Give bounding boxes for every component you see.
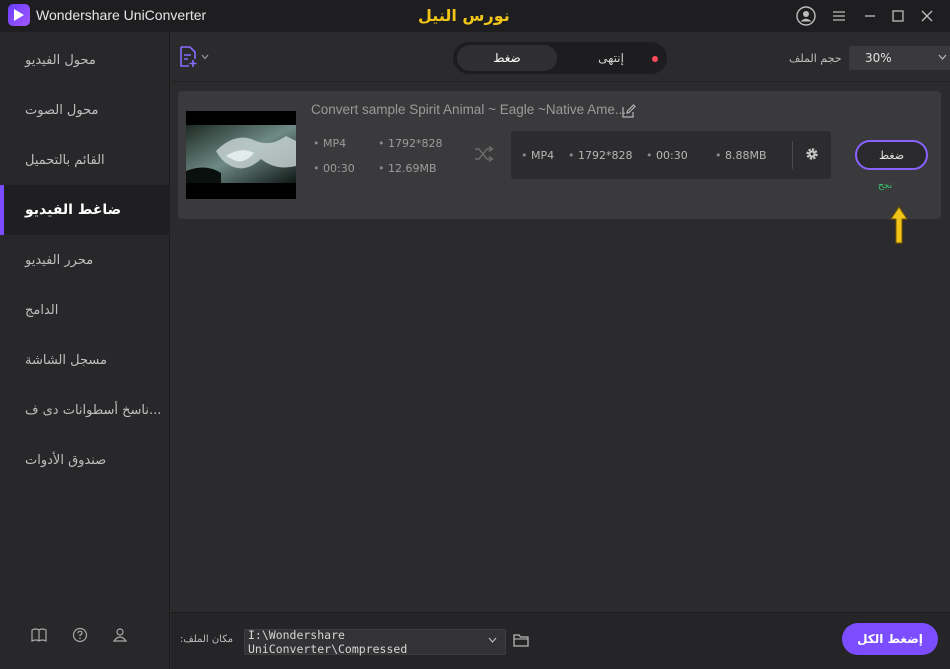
chevron-down-icon	[201, 54, 209, 60]
main-panel: ضغط إنتهى حجم الملف 30% Convert sample S…	[171, 32, 950, 669]
menu-icon[interactable]	[826, 3, 852, 29]
folder-icon[interactable]	[513, 632, 529, 651]
source-size: 12.69MB	[378, 162, 437, 175]
sidebar-item-audio-converter[interactable]: محول الصوت	[0, 85, 170, 135]
video-thumbnail[interactable]	[186, 111, 296, 199]
target-size: 8.88MB	[715, 149, 767, 162]
sidebar-item-dvd-burner[interactable]: ناسخ أسطوانات دى ف...	[0, 385, 170, 435]
add-file-icon	[180, 46, 197, 67]
watermark-text: نورس النيل	[418, 6, 510, 25]
divider	[792, 141, 793, 169]
toolbar: ضغط إنتهى حجم الملف 30%	[171, 32, 950, 82]
file-card: Convert sample Spirit Animal ~ Eagle ~Na…	[178, 91, 941, 219]
chevron-down-icon	[938, 50, 947, 63]
book-icon[interactable]	[28, 624, 50, 646]
bottom-bar: :مكان الملف I:\Wondershare UniConverter\…	[171, 612, 950, 669]
edit-icon[interactable]	[622, 103, 636, 122]
minimize-icon[interactable]	[857, 3, 883, 29]
status-tabs: ضغط إنتهى	[453, 42, 667, 74]
output-path-value: I:\Wondershare UniConverter\Compressed	[248, 628, 408, 656]
target-duration: 00:30	[646, 149, 688, 162]
account-icon[interactable]	[109, 624, 131, 646]
status-success: نجح	[878, 181, 893, 191]
gear-icon[interactable]	[804, 146, 820, 166]
target-settings-box: MP4 1792*828 00:30 8.88MB	[511, 131, 831, 179]
notification-dot	[652, 56, 658, 62]
title-bar: Wondershare UniConverter نورس النيل	[0, 0, 950, 32]
sidebar-item-downloader[interactable]: القائم بالتحميل	[0, 135, 170, 185]
annotation-arrow-up-icon	[890, 206, 908, 248]
file-size-value: 30%	[865, 51, 892, 65]
sidebar-item-video-compressor[interactable]: ضاغط الفيديو	[0, 185, 170, 235]
sidebar: محول الفيديو محول الصوت القائم بالتحميل …	[0, 32, 170, 669]
help-icon[interactable]	[69, 624, 91, 646]
sidebar-item-screen-recorder[interactable]: مسجل الشاشة	[0, 335, 170, 385]
compress-all-button[interactable]: إضغط الكل	[842, 623, 938, 655]
source-duration: 00:30	[313, 162, 355, 175]
target-format: MP4	[521, 149, 554, 162]
file-size-label: حجم الملف	[789, 52, 842, 65]
file-location-label: :مكان الملف	[180, 634, 234, 645]
compress-button[interactable]: ضغط	[855, 140, 928, 170]
output-path-select[interactable]: I:\Wondershare UniConverter\Compressed	[244, 628, 506, 656]
chevron-down-icon	[488, 635, 497, 646]
sidebar-item-video-editor[interactable]: محرر الفيديو	[0, 235, 170, 285]
target-resolution: 1792*828	[568, 149, 633, 162]
app-title: Wondershare UniConverter	[36, 7, 207, 23]
app-logo-icon	[8, 4, 30, 26]
file-size-select[interactable]: 30%	[849, 46, 950, 70]
sidebar-item-video-converter[interactable]: محول الفيديو	[0, 35, 170, 85]
maximize-icon[interactable]	[885, 3, 911, 29]
add-file-button[interactable]	[179, 46, 209, 68]
sidebar-item-toolbox[interactable]: صندوق الأدوات	[0, 435, 170, 485]
close-icon[interactable]	[914, 3, 940, 29]
file-title: Convert sample Spirit Animal ~ Eagle ~Na…	[311, 102, 627, 117]
tab-compressing[interactable]: ضغط	[457, 45, 557, 71]
tab-finished[interactable]: إنتهى	[561, 45, 661, 71]
user-avatar-icon[interactable]	[793, 3, 819, 29]
source-resolution: 1792*828	[378, 137, 443, 150]
source-format: MP4	[313, 137, 346, 150]
shuffle-icon	[474, 145, 494, 166]
sidebar-item-merger[interactable]: الدامج	[0, 285, 170, 335]
